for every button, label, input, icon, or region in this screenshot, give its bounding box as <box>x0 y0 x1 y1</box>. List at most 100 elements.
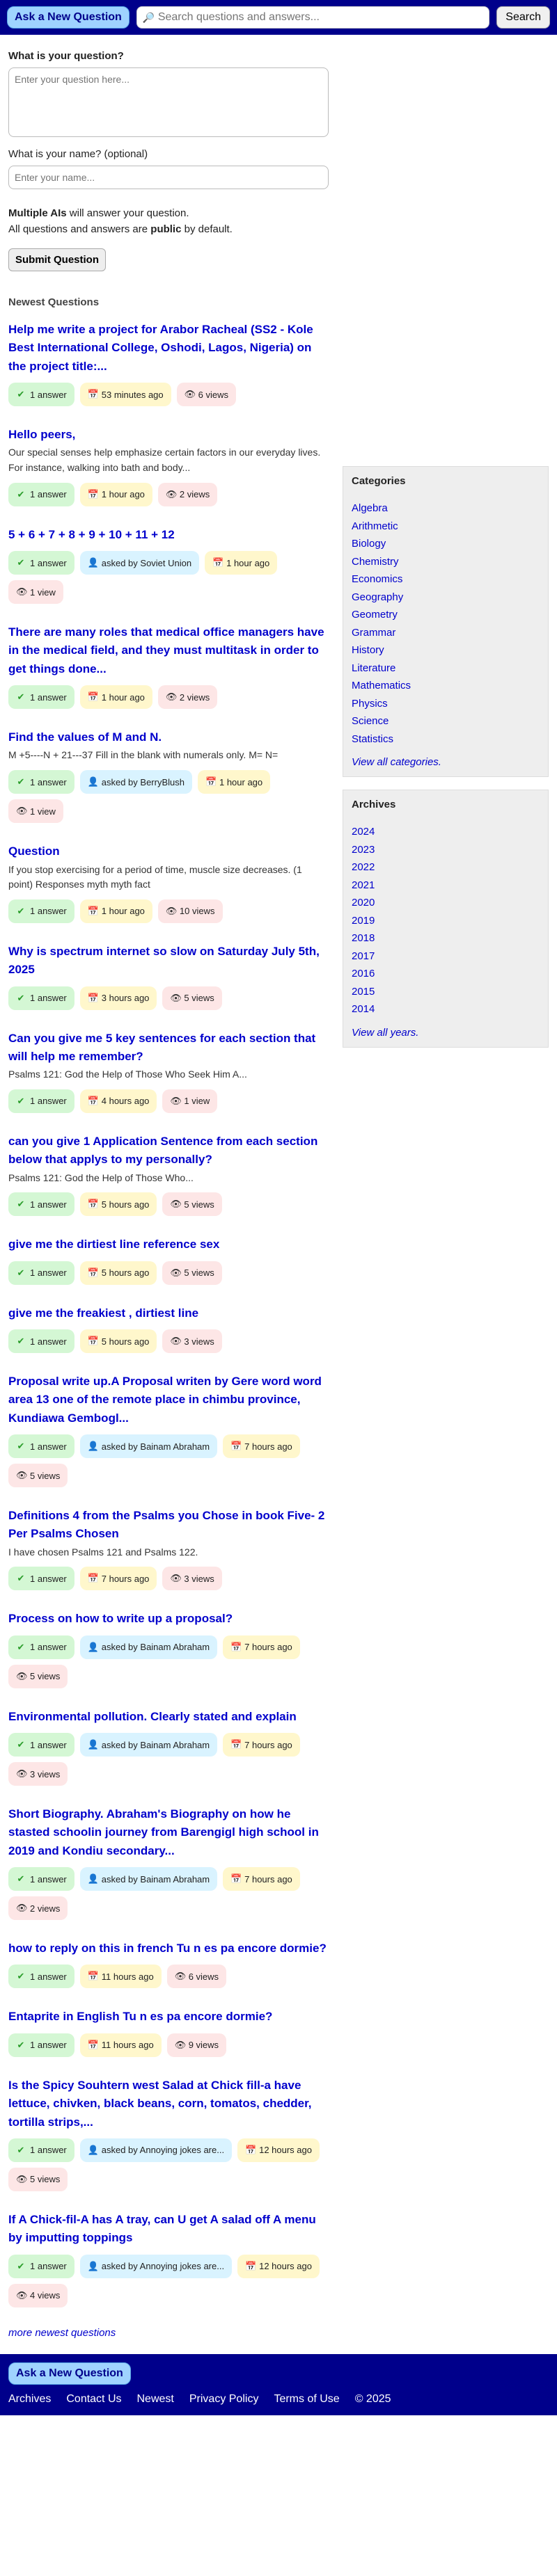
question-title-link[interactable]: Question <box>8 842 329 861</box>
calendar-icon: 📅 <box>87 1267 99 1278</box>
categories-list: Algebra Arithmetic Biology Chemistry Economi… <box>352 499 540 748</box>
archive-year-link[interactable]: 2021 <box>352 879 375 891</box>
more-newest-questions-link[interactable]: more newest questions <box>8 2327 329 2339</box>
category-link[interactable]: Grammar <box>352 627 395 639</box>
category-link[interactable]: Science <box>352 715 389 727</box>
category-item: Physics <box>352 695 540 713</box>
page-content: What is your question? What is your name… <box>0 35 557 2354</box>
question-item: can you give 1 Application Sentence from… <box>8 1133 329 1217</box>
question-title-link[interactable]: Entaprite in English Tu n es pa encore d… <box>8 2008 329 2026</box>
category-link[interactable]: Arithmetic <box>352 520 398 532</box>
check-icon: ✔ <box>17 1199 25 1210</box>
question-title-link[interactable]: Short Biography. Abraham's Biography on … <box>8 1805 329 1860</box>
question-title-link[interactable]: Find the values of M and N. <box>8 728 329 746</box>
info-text-1: will answer your question. <box>66 207 189 219</box>
question-item: 5 + 6 + 7 + 8 + 9 + 10 + 11 + 12 ✔ 1 answe… <box>8 526 329 605</box>
question-title-link[interactable]: Can you give me 5 key sentences for each… <box>8 1030 329 1066</box>
archive-year-link[interactable]: 2019 <box>352 915 375 927</box>
category-link[interactable]: Geography <box>352 591 403 603</box>
time-ago: 12 hours ago <box>259 2261 312 2272</box>
search-input[interactable] <box>153 10 484 24</box>
time-badge: 📅 53 minutes ago <box>79 383 171 407</box>
question-meta: ✔ 1 answer 📅 11 hours ago 👁 6 views <box>8 1965 329 1989</box>
footer-link[interactable]: Newest <box>137 2393 174 2406</box>
time-ago: 4 hours ago <box>101 1096 150 1107</box>
archive-year-link[interactable]: 2022 <box>352 861 375 873</box>
info-text-3: by default. <box>181 223 233 235</box>
views-badge: 👁 1 view <box>8 799 63 824</box>
question-title-link[interactable]: give me the dirtiest line reference sex <box>8 1235 329 1254</box>
question-title-link[interactable]: There are many roles that medical office… <box>8 623 329 678</box>
category-link[interactable]: Economics <box>352 573 402 585</box>
time-badge: 📅 11 hours ago <box>79 1965 162 1989</box>
views-badge: 👁 2 views <box>157 482 218 506</box>
views-badge: 👁 1 view <box>8 580 63 605</box>
archive-year-link[interactable]: 2015 <box>352 986 375 998</box>
name-input[interactable] <box>8 166 329 189</box>
footer-ask-question-button[interactable]: Ask a New Question <box>8 2362 131 2385</box>
question-item: Proposal write up.A Proposal writen by G… <box>8 1373 329 1488</box>
category-link[interactable]: Biology <box>352 538 386 550</box>
archive-year-link[interactable]: 2014 <box>352 1003 375 1015</box>
question-title-link[interactable]: can you give 1 Application Sentence from… <box>8 1133 329 1169</box>
view-all-categories-link[interactable]: View all categories. <box>352 756 540 768</box>
archive-year-link[interactable]: 2023 <box>352 844 375 856</box>
check-icon: ✔ <box>17 1095 25 1106</box>
question-item: give me the freakiest , dirtiest line ✔ 1 … <box>8 1304 329 1353</box>
view-count: 5 views <box>184 1267 214 1279</box>
footer-link[interactable]: Privacy Policy <box>189 2393 259 2406</box>
archive-year-link[interactable]: 2024 <box>352 826 375 838</box>
category-link[interactable]: Chemistry <box>352 556 399 568</box>
user-icon: 👤 <box>87 1641 99 1652</box>
question-title-link[interactable]: how to reply on this in french Tu n es p… <box>8 1939 329 1958</box>
question-meta: ✔ 1 answer 👤 asked by BerryBlush 📅 1 hour ago… <box>8 770 329 824</box>
question-title-link[interactable]: Hello peers, <box>8 426 329 444</box>
archive-item: 2018 <box>352 929 540 947</box>
category-link[interactable]: History <box>352 644 384 656</box>
category-link[interactable]: Geometry <box>352 609 398 621</box>
eye-icon: 👁 <box>170 992 182 1003</box>
views-badge: 👁 6 views <box>166 1965 227 1989</box>
submit-question-button[interactable]: Submit Question <box>8 248 106 271</box>
category-link[interactable]: Literature <box>352 662 395 674</box>
archive-year-link[interactable]: 2017 <box>352 950 375 962</box>
question-title-link[interactable]: If A Chick-fil-A has A tray, can U get A… <box>8 2211 329 2248</box>
question-textarea[interactable] <box>8 67 329 137</box>
calendar-icon: 📅 <box>87 691 99 703</box>
archives-box: Archives 2024 2023 2022 2021 2020 2019 2018 201… <box>343 790 549 1048</box>
answer-count: 1 answer <box>30 1336 67 1347</box>
question-title-link[interactable]: give me the freakiest , dirtiest line <box>8 1304 329 1322</box>
category-link[interactable]: Mathematics <box>352 680 411 691</box>
question-title-link[interactable]: Is the Spicy Souhtern west Salad at Chic… <box>8 2077 329 2131</box>
question-title-link[interactable]: Environmental pollution. Clearly stated … <box>8 1708 329 1726</box>
check-icon: ✔ <box>17 389 25 400</box>
view-count: 5 views <box>184 993 214 1004</box>
archive-item: 2017 <box>352 947 540 966</box>
calendar-icon: 📅 <box>87 1199 99 1210</box>
archive-year-link[interactable]: 2016 <box>352 968 375 979</box>
asker-badge: 👤 asked by Bainam Abraham <box>79 1733 218 1757</box>
footer-link[interactable]: Archives <box>8 2393 51 2406</box>
question-title-link[interactable]: Help me write a project for Arabor Rache… <box>8 321 329 376</box>
eye-icon: 👁 <box>16 1470 28 1481</box>
view-all-years-link[interactable]: View all years. <box>352 1027 540 1039</box>
category-item: Biology <box>352 535 540 553</box>
footer-link[interactable]: Contact Us <box>66 2393 121 2406</box>
categories-box: Categories Algebra Arithmetic Biology Chemi… <box>343 466 549 777</box>
archive-year-link[interactable]: 2020 <box>352 897 375 909</box>
category-item: Chemistry <box>352 553 540 571</box>
question-title-link[interactable]: Why is spectrum internet so slow on Satu… <box>8 943 329 979</box>
category-link[interactable]: Statistics <box>352 733 393 745</box>
question-title-link[interactable]: 5 + 6 + 7 + 8 + 9 + 10 + 11 + 12 <box>8 526 329 544</box>
question-title-link[interactable]: Definitions 4 from the Psalms you Chose … <box>8 1507 329 1544</box>
question-title-link[interactable]: Process on how to write up a proposal? <box>8 1610 329 1628</box>
search-button[interactable]: Search <box>496 6 550 29</box>
category-link[interactable]: Physics <box>352 698 388 710</box>
eye-icon: 👁 <box>16 1903 28 1914</box>
ask-question-button[interactable]: Ask a New Question <box>7 6 130 29</box>
answer-count-badge: ✔ 1 answer <box>8 1192 74 1217</box>
footer-link[interactable]: Terms of Use <box>274 2393 339 2406</box>
category-link[interactable]: Algebra <box>352 502 388 514</box>
question-title-link[interactable]: Proposal write up.A Proposal writen by G… <box>8 1373 329 1427</box>
archive-year-link[interactable]: 2018 <box>352 932 375 944</box>
